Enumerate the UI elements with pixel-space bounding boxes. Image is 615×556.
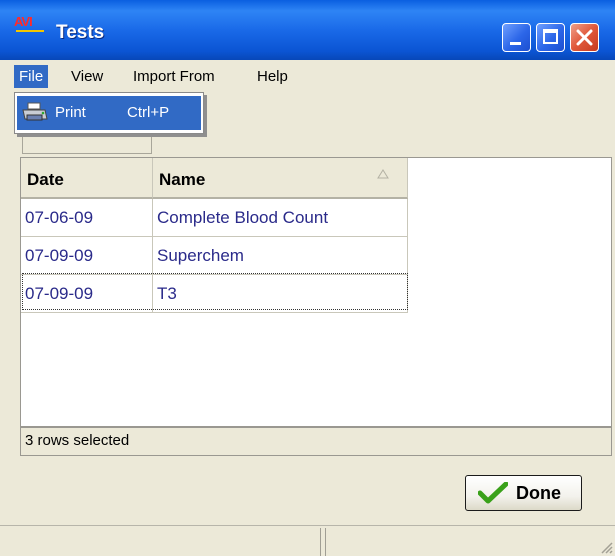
status-pane [0,528,321,556]
column-header-date[interactable]: Date [21,158,153,199]
menu-item-print[interactable]: Print Ctrl+P [17,96,201,130]
minimize-icon [510,42,521,45]
cell-date: 07-06-09 [21,199,153,237]
menu-view[interactable]: View [66,65,108,88]
sort-ascending-icon [377,169,389,179]
grid-status-bar: 3 rows selected [20,427,612,456]
close-button[interactable] [570,23,599,52]
done-label: Done [516,483,561,503]
file-menu-dropdown: Print Ctrl+P [14,92,204,134]
cell-name: T3 [153,275,408,313]
column-header-name[interactable]: Name [153,158,408,199]
menu-import-from[interactable]: Import From [128,65,220,88]
print-shortcut: Ctrl+P [127,104,170,121]
menu-help[interactable]: Help [252,65,293,88]
menu-bar: File View Import From Help [0,60,615,92]
done-button[interactable]: Done [465,475,582,511]
printer-icon [22,102,48,121]
close-icon [576,29,593,46]
cell-name: Complete Blood Count [153,199,408,237]
title-bar[interactable]: AVI Tests [0,0,615,60]
checkmark-icon [478,482,508,504]
window-status-bar [0,525,615,556]
menu-file[interactable]: File [14,65,49,88]
cell-date: 07-09-09 [21,275,153,313]
maximize-icon [543,29,558,44]
selection-count: 3 rows selected [25,432,130,449]
print-label: Print [55,104,86,121]
column-header-name-label: Name [159,170,206,189]
tests-grid[interactable]: Date Name 07-06-09 Complete Blood Count … [20,157,612,427]
cell-name: Superchem [153,237,408,275]
resize-grip-icon[interactable] [599,540,613,554]
window-title: Tests [56,22,105,43]
status-pane-divider [321,528,326,556]
minimize-button[interactable] [502,23,531,52]
maximize-button[interactable] [536,23,565,52]
cell-date: 07-09-09 [21,237,153,275]
app-logo: AVI [14,14,48,40]
